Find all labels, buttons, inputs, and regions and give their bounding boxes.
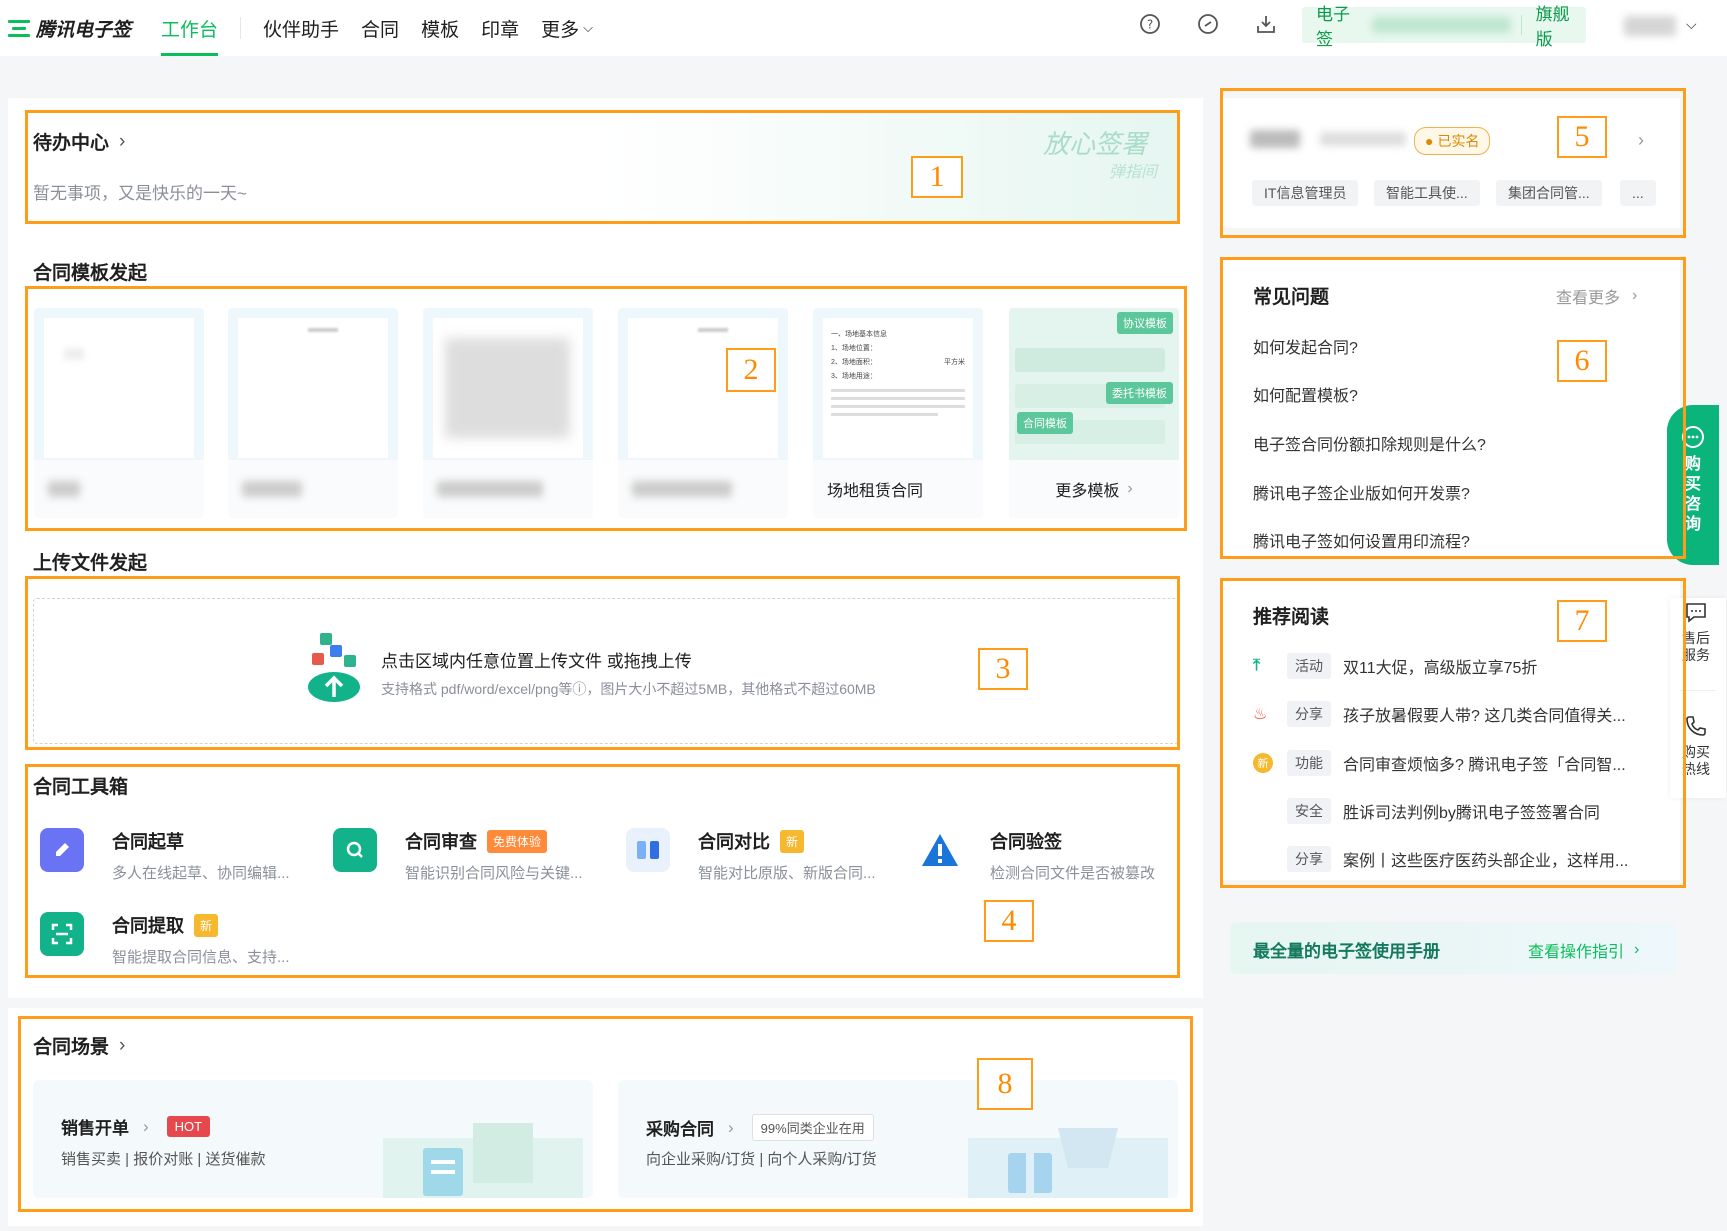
user-chevron-down-icon[interactable]: ⌵: [1686, 16, 1697, 33]
consult-char: 购: [1684, 456, 1701, 473]
chevron-right-icon: ›: [1634, 941, 1640, 958]
consult-char: 买: [1684, 476, 1701, 493]
consult-char: 询: [1684, 516, 1701, 533]
manual-link[interactable]: 查看操作指引 ›: [1528, 938, 1639, 962]
nav-more-label: 更多: [541, 19, 580, 41]
annotation-box: [18, 1016, 1193, 1212]
nav-contract[interactable]: 合同: [361, 0, 399, 56]
user-name-blurred[interactable]: [1624, 16, 1676, 36]
annotation-label: 5: [1557, 116, 1607, 158]
message-icon: [1686, 603, 1706, 623]
nav-template[interactable]: 模板: [421, 0, 459, 56]
nav-workbench[interactable]: 工作台: [161, 0, 219, 56]
annotation-label: 8: [977, 1058, 1033, 1110]
hotline-label: 热线: [1682, 761, 1710, 777]
download-icon[interactable]: [1254, 12, 1278, 36]
annotation-label: 2: [726, 348, 776, 392]
after-sales-label: 服务: [1682, 647, 1710, 663]
annotation-box: [25, 764, 1180, 978]
annotation-box: [1220, 88, 1686, 238]
templates-title: 合同模板发起: [33, 263, 148, 284]
annotation-label: 7: [1557, 600, 1607, 642]
help-icon[interactable]: ?: [1138, 12, 1162, 36]
nav-partner[interactable]: 伙伴助手: [263, 0, 339, 56]
manual-link-label: 查看操作指引: [1528, 944, 1625, 961]
after-sales-label: 售后: [1682, 630, 1710, 646]
plan-prefix: 电子签: [1316, 5, 1350, 49]
nav-seal[interactable]: 印章: [481, 0, 519, 56]
upload-title: 上传文件发起: [33, 553, 148, 574]
manual-title: 最全量的电子签使用手册: [1253, 942, 1440, 961]
top-nav: 腾讯电子签 工作台 伙伴助手 合同 模板 印章 更多 ⌵ ? 电子签 旗舰版 ⌵: [0, 0, 1727, 56]
annotation-label: 6: [1557, 340, 1607, 382]
annotation-box: [1220, 578, 1686, 888]
phone-icon: [1686, 716, 1706, 736]
manual-banner[interactable]: 最全量的电子签使用手册 查看操作指引 ›: [1230, 922, 1676, 974]
svg-text:?: ?: [1147, 18, 1153, 32]
hotline-label: 购买: [1682, 744, 1710, 760]
plan-divider: [1520, 15, 1522, 35]
annotation-label: 3: [978, 648, 1028, 690]
logo[interactable]: 腾讯电子签: [8, 15, 131, 42]
annotation-box: [25, 286, 1187, 531]
annotation-box: [1220, 257, 1686, 559]
logo-text: 腾讯电子签: [36, 19, 132, 41]
company-name-blurred: [1372, 17, 1511, 33]
consult-char: 咨: [1684, 496, 1701, 513]
chevron-down-icon: ⌵: [583, 20, 593, 35]
nav-divider: [240, 17, 242, 39]
logo-icon: [8, 19, 30, 37]
annotation-label: 1: [911, 156, 963, 198]
plan-name: 旗舰版: [1535, 5, 1570, 49]
nav-more[interactable]: 更多 ⌵: [541, 0, 593, 56]
annotation-label: 4: [984, 900, 1034, 942]
plan-box[interactable]: 电子签 旗舰版: [1302, 5, 1586, 49]
annotation-box: [25, 110, 1180, 224]
link-icon[interactable]: [1196, 12, 1220, 36]
